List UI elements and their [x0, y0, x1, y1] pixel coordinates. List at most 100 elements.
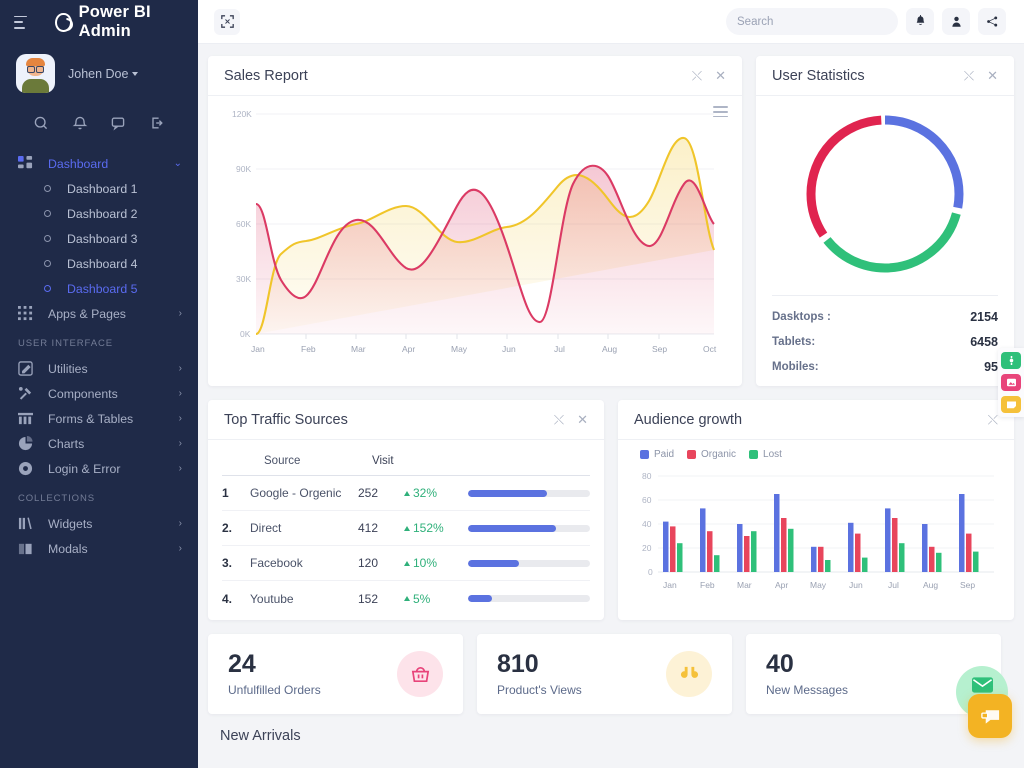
sidebar-item-components[interactable]: Components › — [0, 381, 198, 406]
fullscreen-icon[interactable] — [214, 8, 240, 35]
sidebar-item-charts[interactable]: Charts › — [0, 431, 198, 456]
sidebar-item-login-error[interactable]: Login & Error › — [0, 456, 198, 481]
chevron-right-icon[interactable]: › — [179, 413, 182, 424]
stat-row-label: Dasktops : — [772, 310, 831, 323]
sidebar-nav: Dashboard ⌄ Dashboard 1 Dashboard 2 Dash… — [0, 145, 198, 561]
stat-number: 40 — [766, 649, 794, 678]
svg-text:Jul: Jul — [554, 344, 565, 354]
stat-row-value: 95 — [984, 359, 998, 374]
chevron-right-icon[interactable]: › — [179, 438, 182, 449]
chat-icon[interactable] — [110, 115, 126, 131]
table-row[interactable]: 1 Google - Orgenic 252 32% — [222, 476, 590, 511]
user-profile-button[interactable] — [942, 8, 970, 35]
bar-group-sep — [959, 494, 979, 572]
sidebar-item-label: Components — [48, 386, 118, 401]
sidebar-brand-row: Power BI Admin — [0, 0, 198, 44]
chat-fab-button[interactable] — [968, 694, 1012, 738]
table-row[interactable]: 4. Youtube 152 5% — [222, 581, 590, 616]
expand-icon[interactable]: ⤬ — [554, 413, 564, 426]
user-statistics-donut-chart — [806, 115, 964, 272]
sidebar-user[interactable]: Johen Doe — [0, 44, 198, 103]
chevron-right-icon[interactable]: › — [179, 543, 182, 554]
share-button[interactable] — [978, 8, 1006, 35]
chevron-right-icon[interactable]: › — [179, 518, 182, 529]
svg-text:Feb: Feb — [301, 344, 316, 354]
sidebar-item-modals[interactable]: Modals › — [0, 536, 198, 561]
chevron-down-icon[interactable] — [132, 71, 139, 76]
card-title: Top Traffic Sources — [224, 411, 348, 428]
expand-icon[interactable]: ⤬ — [964, 69, 974, 82]
chevron-right-icon[interactable]: › — [179, 308, 182, 319]
sidebar-item-dashboard-4[interactable]: Dashboard 4 — [0, 251, 198, 276]
triangle-up-icon — [404, 560, 410, 566]
table-row[interactable]: 3. Facebook 120 10% — [222, 546, 590, 581]
triangle-up-icon — [404, 490, 410, 496]
hamburger-menu-icon[interactable] — [713, 106, 728, 120]
stat-row-value: 6458 — [970, 334, 998, 349]
search-box[interactable] — [726, 8, 898, 35]
sidebar-item-widgets[interactable]: Widgets › — [0, 511, 198, 536]
logout-icon[interactable] — [149, 115, 165, 131]
svg-text:120K: 120K — [232, 109, 252, 119]
expand-icon[interactable]: ⤬ — [988, 413, 998, 426]
row-progress-bar — [468, 489, 590, 497]
legend-item-lost[interactable]: Lost — [749, 449, 782, 460]
bell-icon[interactable] — [72, 115, 88, 131]
note-widget-icon[interactable] — [1001, 396, 1021, 413]
close-icon[interactable]: ✕ — [577, 413, 588, 426]
dot-icon — [44, 210, 51, 217]
row-rank: 4. — [222, 591, 233, 606]
chevron-right-icon[interactable]: › — [179, 363, 182, 374]
row-change: 152% — [404, 521, 468, 535]
chevron-right-icon[interactable]: › — [179, 388, 182, 399]
search-icon[interactable] — [33, 115, 49, 131]
sidebar-quick-icons — [0, 103, 198, 145]
chevron-down-icon[interactable]: ⌄ — [174, 158, 182, 169]
triangle-up-icon — [404, 596, 410, 601]
svg-text:80: 80 — [642, 471, 652, 481]
sales-report-card: Sales Report ⤬ ✕ 120K 90K 60K 30K 0K Jan… — [208, 56, 742, 386]
sidebar-item-label: Utilities — [48, 361, 88, 376]
svg-text:Aug: Aug — [923, 580, 938, 590]
brand[interactable]: Power BI Admin — [55, 3, 184, 41]
legend-item-organic[interactable]: Organic — [687, 449, 736, 460]
user-statistics-donut-wrap — [756, 96, 1014, 291]
stat-label: New Messages — [766, 683, 849, 698]
sidebar-item-utilities[interactable]: Utilities › — [0, 356, 198, 381]
sidebar-item-dashboard-2[interactable]: Dashboard 2 — [0, 201, 198, 226]
stat-label: Product's Views — [497, 683, 582, 698]
notifications-button[interactable] — [906, 8, 934, 35]
sidebar-item-label: Modals — [48, 541, 88, 556]
sidebar-item-forms-tables[interactable]: Forms & Tables › — [0, 406, 198, 431]
sidebar-item-label: Dashboard — [48, 156, 109, 171]
stat-row-label: Tablets: — [772, 335, 816, 348]
settings-widget-icon[interactable] — [1001, 352, 1021, 369]
legend-swatch — [640, 450, 649, 459]
stat-card-unfulfilled-orders[interactable]: 24 Unfulfilled Orders — [208, 634, 463, 714]
sidebar-item-dashboard[interactable]: Dashboard ⌄ — [0, 151, 198, 176]
svg-text:Jun: Jun — [849, 580, 863, 590]
stat-card-product-views[interactable]: 810 Product's Views — [477, 634, 732, 714]
svg-text:May: May — [451, 344, 468, 354]
sidebar-item-dashboard-5[interactable]: Dashboard 5 — [0, 276, 198, 301]
svg-text:Sep: Sep — [652, 344, 667, 354]
close-icon[interactable]: ✕ — [715, 69, 726, 82]
legend-label: Organic — [701, 449, 737, 460]
row-source: Youtube — [250, 591, 294, 606]
svg-text:20: 20 — [642, 543, 652, 553]
search-input[interactable] — [737, 15, 891, 28]
close-icon[interactable]: ✕ — [987, 69, 998, 82]
sidebar-item-dashboard-1[interactable]: Dashboard 1 — [0, 176, 198, 201]
sidebar-toggle-icon[interactable] — [14, 15, 28, 29]
expand-icon[interactable]: ⤬ — [692, 69, 702, 82]
envelope-icon — [971, 677, 993, 693]
legend-item-paid[interactable]: Paid — [640, 449, 674, 460]
row-progress-bar — [468, 595, 590, 602]
row-visit: 152 — [358, 591, 379, 606]
image-widget-icon[interactable] — [1001, 374, 1021, 391]
chevron-right-icon[interactable]: › — [179, 463, 182, 474]
svg-text:Aug: Aug — [602, 344, 617, 354]
sidebar-item-dashboard-3[interactable]: Dashboard 3 — [0, 226, 198, 251]
sidebar-item-apps-pages[interactable]: Apps & Pages › — [0, 301, 198, 326]
table-row[interactable]: 2. Direct 412 152% — [222, 511, 590, 546]
